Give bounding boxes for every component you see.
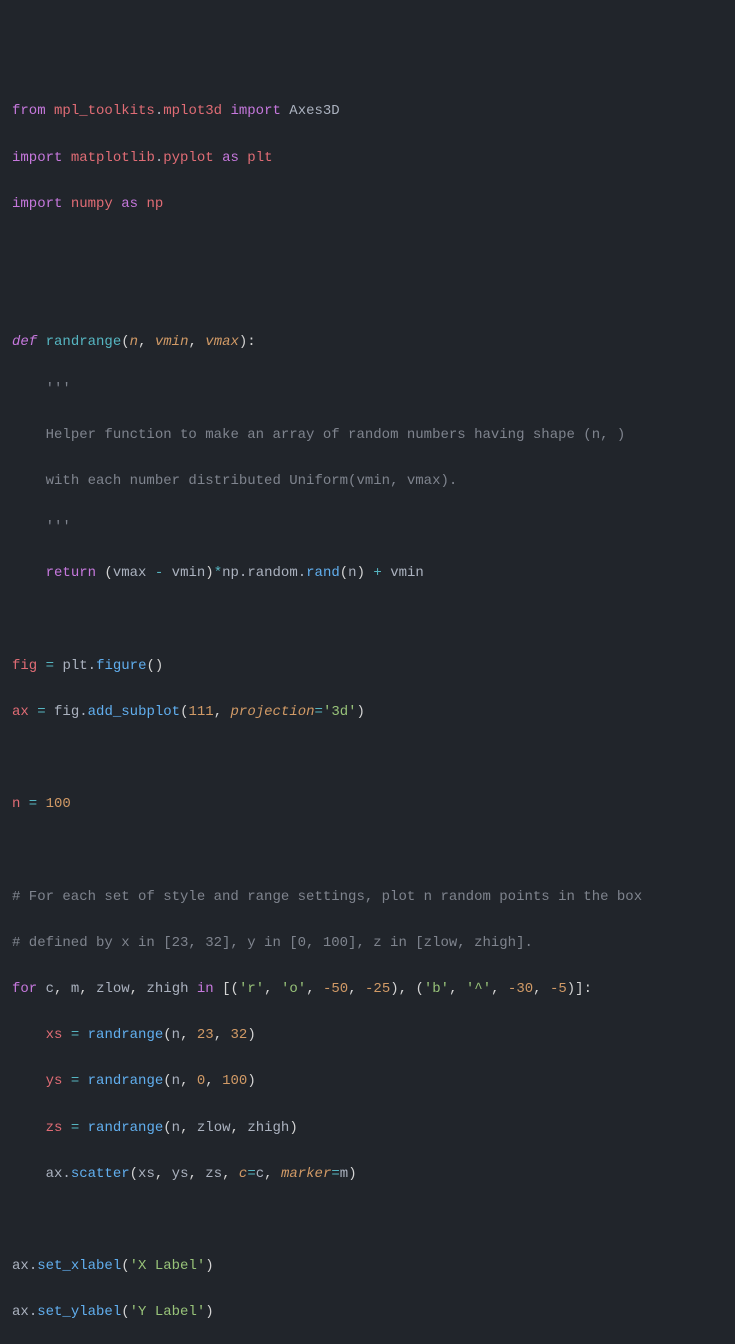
param: n: [130, 334, 138, 350]
code-line: ax.set_xlabel('X Label'): [12, 1255, 723, 1278]
keyword-import: import: [12, 196, 62, 212]
docstring: with each number distributed Uniform(vmi…: [46, 473, 458, 489]
var: n: [12, 796, 20, 812]
code-line: n = 100: [12, 793, 723, 816]
code-line: ys = randrange(n, 0, 100): [12, 1070, 723, 1093]
keyword-for: for: [12, 981, 37, 997]
keyword-as: as: [222, 150, 239, 166]
code-line: ax.set_ylabel('Y Label'): [12, 1301, 723, 1324]
comment: # For each set of style and range settin…: [12, 889, 642, 905]
param: vmin: [155, 334, 189, 350]
code-line: from mpl_toolkits.mplot3d import Axes3D: [12, 100, 723, 123]
alias: plt: [247, 150, 272, 166]
code-line: # For each set of style and range settin…: [12, 886, 723, 909]
code-line: ''': [12, 378, 723, 401]
minus-op: -: [146, 565, 171, 581]
kwarg: projection: [231, 704, 315, 720]
comment: # defined by x in [23, 32], y in [0, 100…: [12, 935, 533, 951]
call: randrange: [88, 1120, 164, 1136]
code-line: xs = randrange(n, 23, 32): [12, 1024, 723, 1047]
code-line: # defined by x in [23, 32], y in [0, 100…: [12, 932, 723, 955]
symbol: Axes3D: [289, 103, 339, 119]
mult-op: *: [214, 565, 222, 581]
var: ax: [12, 704, 29, 720]
call: set_ylabel: [37, 1304, 121, 1320]
blank-line: [12, 839, 723, 862]
blank-line: [12, 239, 723, 262]
code-line: ax = fig.add_subplot(111, projection='3d…: [12, 701, 723, 724]
call: set_xlabel: [37, 1258, 121, 1274]
call: scatter: [71, 1166, 130, 1182]
call: figure: [96, 658, 146, 674]
blank-line: [12, 285, 723, 308]
keyword-from: from: [12, 103, 46, 119]
code-line: import numpy as np: [12, 193, 723, 216]
module: mpl_toolkits: [54, 103, 155, 119]
docstring: Helper function to make an array of rand…: [46, 427, 626, 443]
code-line: with each number distributed Uniform(vmi…: [12, 470, 723, 493]
code-line: fig = plt.figure(): [12, 655, 723, 678]
call: add_subplot: [88, 704, 180, 720]
keyword-in: in: [197, 981, 214, 997]
code-line: ax.scatter(xs, ys, zs, c=c, marker=m): [12, 1163, 723, 1186]
blank-line: [12, 747, 723, 770]
function-name: randrange: [46, 334, 122, 350]
call: randrange: [88, 1027, 164, 1043]
kwarg: marker: [281, 1166, 331, 1182]
kwarg: c: [239, 1166, 247, 1182]
docstring-quote: ''': [46, 381, 71, 397]
code-line: Helper function to make an array of rand…: [12, 424, 723, 447]
code-editor: from mpl_toolkits.mplot3d import Axes3D …: [12, 100, 723, 1344]
blank-line: [12, 608, 723, 631]
call: randrange: [88, 1073, 164, 1089]
alias: np: [146, 196, 163, 212]
keyword-as: as: [121, 196, 138, 212]
module: mplot3d: [163, 103, 222, 119]
code-line: def randrange(n, vmin, vmax):: [12, 331, 723, 354]
code-line: for c, m, zlow, zhigh in [('r', 'o', -50…: [12, 978, 723, 1001]
param: vmax: [205, 334, 239, 350]
keyword-return: return: [46, 565, 96, 581]
keyword-import: import: [12, 150, 62, 166]
code-line: ''': [12, 516, 723, 539]
call: rand: [306, 565, 340, 581]
keyword-def: def: [12, 334, 37, 350]
keyword-import: import: [230, 103, 280, 119]
code-line: zs = randrange(n, zlow, zhigh): [12, 1117, 723, 1140]
blank-line: [12, 1209, 723, 1232]
plus-op: +: [365, 565, 390, 581]
code-line: import matplotlib.pyplot as plt: [12, 147, 723, 170]
var: fig: [12, 658, 37, 674]
docstring-quote: ''': [46, 519, 71, 535]
code-line: return (vmax - vmin)*np.random.rand(n) +…: [12, 562, 723, 585]
